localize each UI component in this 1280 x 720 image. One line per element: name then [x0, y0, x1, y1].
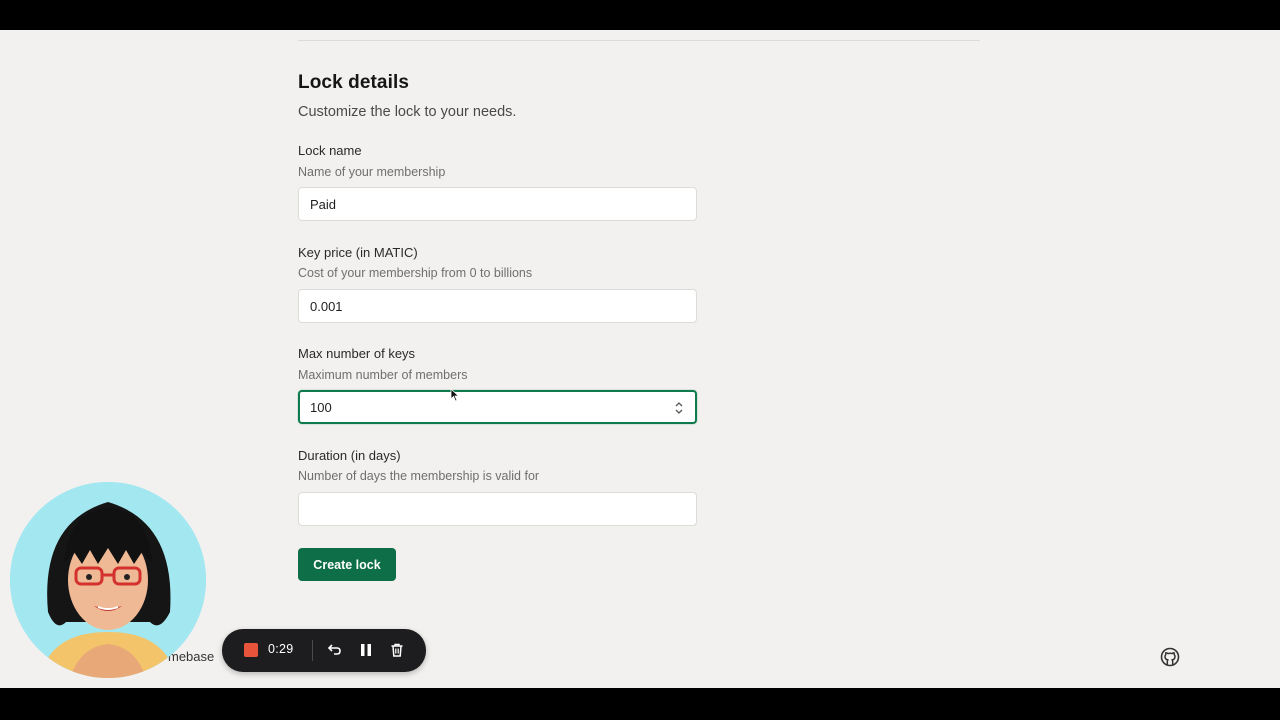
stop-recording-button[interactable]	[244, 643, 258, 657]
section-subtitle: Customize the lock to your needs.	[298, 104, 517, 120]
duration-label: Duration (in days)	[298, 448, 401, 463]
max-keys-label: Max number of keys	[298, 346, 416, 361]
trash-icon[interactable]	[389, 642, 405, 658]
mouse-cursor-icon	[450, 388, 460, 402]
duration-help: Number of days the membership is valid f…	[298, 469, 540, 483]
webcam-avatar	[10, 482, 206, 678]
stepper-icon[interactable]	[673, 400, 685, 416]
github-icon[interactable]	[1160, 647, 1180, 667]
recording-toolbar: 0:29	[222, 629, 426, 672]
divider	[298, 40, 980, 41]
lock-name-input[interactable]	[298, 187, 697, 221]
recording-time: 0:29	[268, 642, 294, 656]
page-viewport: Lock details Customize the lock to your …	[0, 30, 1280, 688]
max-keys-input[interactable]	[298, 390, 697, 424]
pause-icon[interactable]	[358, 642, 374, 658]
section-title: Lock details	[298, 72, 410, 93]
key-price-help: Cost of your membership from 0 to billio…	[298, 266, 533, 280]
duration-input[interactable]	[298, 492, 697, 526]
lock-name-label: Lock name	[298, 143, 362, 158]
max-keys-help: Maximum number of members	[298, 368, 468, 382]
toolbar-divider	[312, 640, 313, 661]
key-price-label: Key price (in MATIC)	[298, 245, 418, 260]
key-price-input[interactable]	[298, 289, 697, 323]
create-lock-button[interactable]: Create lock	[298, 548, 396, 581]
undo-icon[interactable]	[326, 642, 342, 658]
lock-name-help: Name of your membership	[298, 165, 446, 179]
